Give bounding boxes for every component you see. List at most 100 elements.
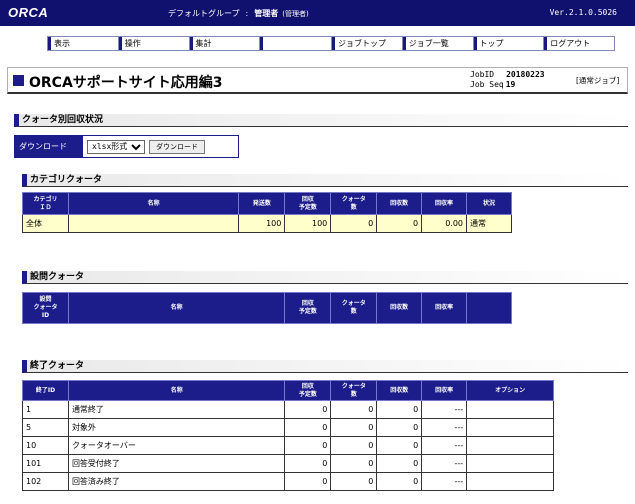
cell-expected: 0 [284,418,332,437]
cell-id: 1 [22,400,69,419]
question-quota-heading: 設問クォータ [22,271,628,284]
header-option: オプション [466,380,554,401]
nav-view[interactable]: 表示 [48,37,119,50]
cell-rate: --- [421,472,468,491]
download-panel: ダウンロード xlsx形式 ダウンロード [14,135,239,158]
cell-rate: 0.00 [421,214,468,233]
header-status: 状況 [466,192,512,215]
header-expected: 回収 予定数 [284,192,332,215]
header-collected: 回収数 [376,380,423,401]
job-id: 20180223 [506,70,545,79]
header-end-id: 終了ID [22,380,69,401]
user-name: 管理者 [254,9,279,18]
header-expected: 回収 予定数 [284,380,332,401]
header-name: 名称 [67,192,240,215]
table-row: 1 通常終了 0 0 0 --- [22,400,554,419]
nav-top[interactable]: トップ [473,37,545,50]
cell-rate: --- [421,436,468,455]
page-header: ORCAサポートサイト応用編3 JobID 20180223 Job Seq 19 … [7,67,628,94]
cell-id: 102 [22,472,69,491]
user-role: (管理者) [282,10,309,18]
cell-rate: --- [421,454,468,473]
header-expected: 回収 予定数 [284,292,332,324]
cell-id: 101 [22,454,69,473]
nav-job-top[interactable]: ジョブトップ [332,37,403,50]
cell-rate: --- [421,400,468,419]
nav-job-list[interactable]: ジョブ一覧 [402,37,474,50]
cell-expected: 0 [284,436,332,455]
cell-option [466,454,554,473]
top-bar: ORCA デフォルトグループ: 管理者 (管理者) Ver.2.1.0.5026 [0,0,635,26]
job-info: JobID 20180223 Job Seq 19 [470,70,545,90]
category-header-row: カテゴリ ＩＤ 名称 発送数 回収 予定数 クォータ数 回収数 回収率 状況 [22,192,512,215]
header-quota: クォータ数 [330,192,378,215]
cell-quota: 0 [330,214,378,233]
group-name: デフォルトグループ [168,9,240,18]
cell-expected: 0 [284,454,332,473]
cell-name: 対象外 [67,418,286,437]
job-seq-label: Job Seq [470,80,504,89]
title-square-icon [13,75,24,86]
nav-operation[interactable]: 操作 [118,37,190,50]
cell-option [466,436,554,455]
download-controls: xlsx形式 ダウンロード [83,136,238,157]
download-label: ダウンロード [15,136,83,157]
cell-collected: 0 [376,400,423,419]
cell-name: 回答受付終了 [67,454,286,473]
cell-status: 通常 [466,214,512,233]
cell-quota: 0 [330,436,378,455]
page-title: ORCAサポートサイト応用編3 [29,75,223,91]
cell-collected: 0 [376,454,423,473]
cell-id: 5 [22,418,69,437]
job-type: [通常ジョブ] [576,76,620,85]
job-seq: 19 [505,80,516,89]
table-row: 101 回答受付終了 0 0 0 --- [22,454,554,473]
cell-collected: 0 [376,472,423,491]
cell-expected: 0 [284,400,332,419]
cell-collected: 0 [376,214,423,233]
cell-quota: 0 [330,454,378,473]
header-collected: 回収数 [376,192,423,215]
header-sent: 発送数 [238,192,286,215]
table-row: 5 対象外 0 0 0 --- [22,418,554,437]
nav-logout[interactable]: ログアウト [544,37,614,50]
main-nav: 表示 操作 集計 ジョブトップ ジョブ一覧 トップ ログアウト [47,36,615,51]
question-header-row: 設問 クォータ ID 名称 回収 予定数 クォータ数 回収数 回収率 [22,292,512,324]
category-quota-heading: カテゴリクォータ [22,174,628,187]
cell-name: クォータオーバー [67,436,286,455]
cell-option [466,400,554,419]
table-row: 10 クォータオーバー 0 0 0 --- [22,436,554,455]
table-row: 全体 100 100 0 0 0.00 通常 [22,214,512,233]
header-quota: クォータ数 [330,380,378,401]
cell-name: 通常終了 [67,400,286,419]
header-rate: 回収率 [421,192,468,215]
orca-logo[interactable]: ORCA [8,5,48,20]
user-separator: : [245,9,249,18]
header-category-id: カテゴリ ＩＤ [22,192,69,215]
quota-status-heading: クォータ別回収状況 [14,114,628,127]
cell-expected: 100 [284,214,332,233]
cell-collected: 0 [376,418,423,437]
cell-name [67,214,240,233]
cell-quota: 0 [330,418,378,437]
download-button[interactable]: ダウンロード [149,139,205,154]
format-select[interactable]: xlsx形式 [87,139,145,154]
nav-aggregate[interactable]: 集計 [189,37,261,50]
cell-quota: 0 [330,400,378,419]
job-id-label: JobID [470,70,495,79]
table-row: 102 回答済み終了 0 0 0 --- [22,472,554,491]
header-extra [466,292,512,324]
nav-blank[interactable] [260,37,332,50]
user-info: デフォルトグループ: 管理者 (管理者) [168,8,309,19]
cell-id: 全体 [22,214,69,233]
header-rate: 回収率 [421,292,468,324]
cell-sent: 100 [238,214,286,233]
header-name: 名称 [67,292,286,324]
cell-expected: 0 [284,472,332,491]
cell-id: 10 [22,436,69,455]
end-header-row: 終了ID 名称 回収 予定数 クォータ数 回収数 回収率 オプション [22,380,554,401]
cell-name: 回答済み終了 [67,472,286,491]
cell-option [466,418,554,437]
header-question-quota-id: 設問 クォータ ID [22,292,69,324]
header-collected: 回収数 [376,292,423,324]
